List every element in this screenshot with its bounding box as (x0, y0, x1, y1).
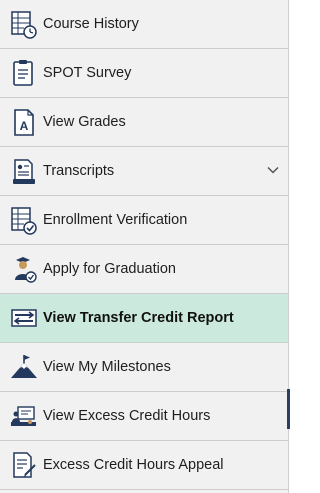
verification-icon (11, 207, 37, 235)
svg-text:A: A (20, 119, 29, 133)
grade-document-icon: A (14, 109, 34, 136)
menu-item-spot-survey[interactable]: SPOT Survey (0, 49, 288, 98)
menu-item-label: SPOT Survey (43, 65, 132, 81)
menu-item-label: View Grades (43, 114, 126, 130)
menu-item-label: Transcripts (43, 163, 115, 179)
menu-item-transfer-credit-report[interactable]: View Transfer Credit Report (0, 294, 288, 343)
mountain-flag-icon (11, 355, 37, 378)
menu-item-milestones[interactable]: View My Milestones (0, 343, 288, 392)
transcript-icon (13, 159, 35, 184)
menu-item-excess-credit-hours[interactable]: View Excess Credit Hours (0, 392, 288, 441)
menu-item-label: View My Milestones (43, 359, 171, 375)
graduate-icon (15, 257, 37, 283)
menu-item-label: Enrollment Verification (43, 212, 188, 228)
clipboard-icon (13, 60, 33, 86)
scrollbar-thumb[interactable] (287, 389, 290, 429)
menu-item-label: Apply for Graduation (43, 261, 176, 277)
menu-item-transcripts[interactable]: Transcripts (0, 147, 288, 196)
menu-item-label: View Transfer Credit Report (43, 310, 234, 326)
navigation-menu: Course History SPOT Survey A View Grades (0, 0, 290, 493)
menu-item-label: Excess Credit Hours Appeal (43, 457, 224, 473)
appeal-document-icon (13, 452, 36, 478)
menu-item-label: View Excess Credit Hours (43, 408, 211, 424)
course-history-icon (11, 11, 37, 39)
menu-item-enrollment-verification[interactable]: Enrollment Verification (0, 196, 288, 245)
menu-item-view-grades[interactable]: A View Grades (0, 98, 288, 147)
menu-item-course-history[interactable]: Course History (0, 0, 288, 49)
transfer-icon (11, 309, 37, 327)
excess-credit-icon (11, 406, 36, 426)
menu-item-excess-credit-appeal[interactable]: Excess Credit Hours Appeal (0, 441, 288, 490)
menu-item-label: Course History (43, 16, 139, 32)
chevron-down-icon[interactable] (266, 163, 280, 177)
menu-item-apply-graduation[interactable]: Apply for Graduation (0, 245, 288, 294)
